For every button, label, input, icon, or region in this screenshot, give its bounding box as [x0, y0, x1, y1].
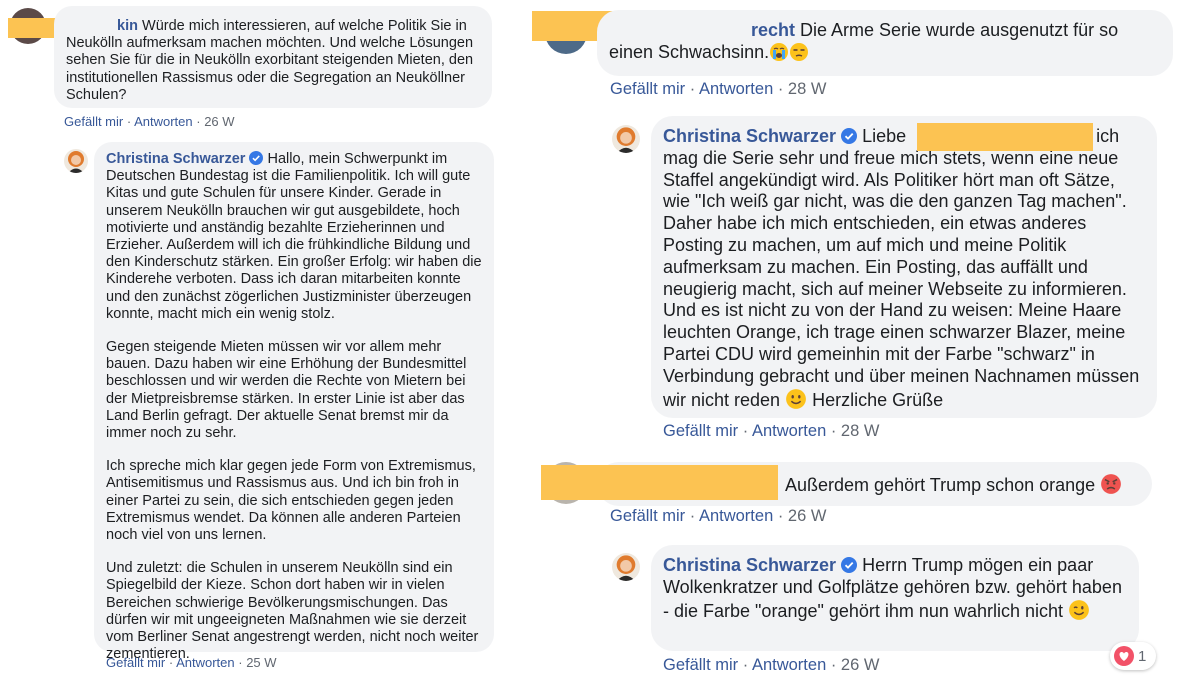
- christina-avatar-image: [616, 127, 636, 153]
- like-link[interactable]: Gefällt mir: [663, 422, 738, 440]
- winking-face-icon: [1069, 599, 1089, 620]
- christina-avatar[interactable]: [64, 149, 88, 173]
- reaction-badge[interactable]: 1: [1110, 642, 1156, 670]
- angry-face-icon: [1101, 474, 1122, 494]
- reply-link[interactable]: Antworten: [752, 422, 826, 440]
- redacted-name: [917, 123, 1093, 151]
- reply-paragraph: Ich spreche mich klar gegen jede Form vo…: [106, 458, 476, 544]
- christina-avatar[interactable]: [612, 553, 640, 581]
- reply-author[interactable]: Christina Schwarzer: [663, 126, 836, 146]
- smiling-face-icon: [786, 388, 806, 409]
- comment-actions: Gefällt mir · Antworten · 26 W: [610, 507, 827, 525]
- verified-badge-icon: [841, 128, 858, 144]
- comment-time[interactable]: 28 W: [841, 422, 880, 440]
- verified-badge-icon: [249, 151, 264, 165]
- love-reaction-icon: [1114, 646, 1134, 666]
- comment-author[interactable]: recht: [609, 20, 795, 42]
- reply-author[interactable]: Christina Schwarzer: [663, 555, 836, 575]
- reply-actions: Gefällt mir · Antworten · 26 W: [663, 656, 880, 674]
- christina-avatar[interactable]: [612, 125, 640, 153]
- christina-avatar-image: [68, 151, 84, 173]
- comment-time[interactable]: 28 W: [788, 80, 827, 98]
- reaction-count: 1: [1138, 647, 1147, 665]
- reply-link[interactable]: Antworten: [699, 80, 773, 98]
- reply-bubble: Christina Schwarzer Hallo, mein Schwerpu…: [94, 142, 494, 662]
- like-link[interactable]: Gefällt mir: [663, 656, 738, 674]
- unamused-face-icon: [790, 42, 809, 61]
- crying-face-icon: [770, 42, 789, 61]
- comment-author[interactable]: kin: [66, 18, 138, 35]
- like-link[interactable]: Gefällt mir: [106, 655, 165, 670]
- like-link[interactable]: Gefällt mir: [610, 507, 685, 525]
- comment-actions: Gefällt mir · Antworten · 28 W: [610, 80, 827, 98]
- reply-paragraph: Und zuletzt: die Schulen in unserem Neuk…: [106, 560, 479, 663]
- reply-link[interactable]: Antworten: [752, 656, 826, 674]
- reply-paragraph: Gegen steigende Mieten müssen wir vor al…: [106, 339, 467, 442]
- like-link[interactable]: Gefällt mir: [64, 114, 123, 129]
- comment-time[interactable]: 25 W: [246, 655, 276, 670]
- column-divider: [521, 0, 529, 675]
- comment-bubble: recht Die Arme Serie wurde ausgenutzt fü…: [597, 10, 1173, 76]
- christina-avatar-image: [616, 555, 636, 581]
- comment-actions: Gefällt mir · Antworten · 26 W: [64, 114, 235, 129]
- reply-actions: Gefällt mir · Antworten · 28 W: [663, 422, 880, 440]
- reply-actions: Gefällt mir · Antworten · 25 W: [106, 655, 277, 670]
- reply-bubble: Christina Schwarzer Liebe, ich mag die S…: [651, 116, 1157, 418]
- verified-badge-icon: [841, 557, 858, 573]
- reply-paragraph: Christina Schwarzer Herrn Trump mögen ei…: [663, 555, 1122, 621]
- reply-paragraph: Christina Schwarzer Hallo, mein Schwerpu…: [106, 151, 482, 322]
- reply-link[interactable]: Antworten: [176, 655, 235, 670]
- comment-bubble: kin Würde mich interessieren, auf welche…: [54, 6, 492, 108]
- comment-text: Außerdem gehört Trump schon orange: [785, 475, 1096, 495]
- comment-time[interactable]: 26 W: [204, 114, 234, 129]
- reply-paragraph: Christina Schwarzer Liebe, ich mag die S…: [663, 126, 1140, 410]
- reply-bubble: Christina Schwarzer Herrn Trump mögen ei…: [651, 545, 1139, 651]
- reply-link[interactable]: Antworten: [699, 507, 773, 525]
- reply-link[interactable]: Antworten: [134, 114, 193, 129]
- like-link[interactable]: Gefällt mir: [610, 80, 685, 98]
- comment-time[interactable]: 26 W: [788, 507, 827, 525]
- redacted-name: [541, 465, 778, 500]
- reply-author[interactable]: Christina Schwarzer: [106, 151, 245, 167]
- comment-time[interactable]: 26 W: [841, 656, 880, 674]
